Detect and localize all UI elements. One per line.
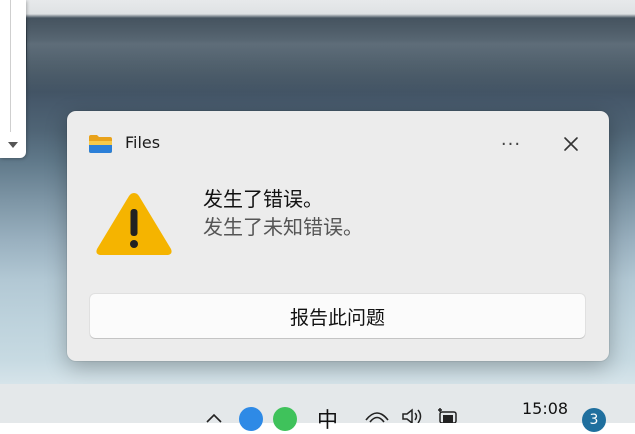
- report-issue-button[interactable]: 报告此问题: [90, 294, 585, 338]
- background-window[interactable]: [0, 0, 26, 158]
- clock-time[interactable]: 15:08: [522, 399, 568, 418]
- notification-body: 发生了未知错误。: [203, 215, 363, 239]
- close-button[interactable]: [553, 130, 589, 158]
- notification-count-badge[interactable]: 3: [582, 408, 606, 432]
- taskbar: 中 15:08 3: [0, 384, 635, 432]
- battery-charging-icon[interactable]: [436, 408, 462, 423]
- folder-icon: [89, 135, 112, 153]
- warning-icon: [96, 193, 172, 255]
- ime-indicator[interactable]: 中: [317, 404, 338, 434]
- tray-app-blue-icon[interactable]: [239, 407, 263, 431]
- scroll-down-arrow-icon[interactable]: [8, 142, 18, 148]
- more-options-icon: ···: [500, 133, 522, 155]
- chevron-up-icon[interactable]: [205, 412, 223, 423]
- volume-icon[interactable]: [400, 408, 424, 423]
- notification-toast[interactable]: Files ··· 发生了错误。 发生了未知错误。 报告此问题: [67, 111, 609, 361]
- wifi-icon[interactable]: [364, 408, 390, 423]
- toast-header: Files ···: [67, 111, 609, 175]
- notification-title: 发生了错误。: [203, 187, 323, 211]
- more-options-button[interactable]: ···: [492, 130, 530, 158]
- close-icon: [564, 137, 578, 151]
- scrollbar-track[interactable]: [10, 0, 11, 132]
- tray-app-green-icon[interactable]: [273, 407, 297, 431]
- app-name: Files: [125, 133, 161, 152]
